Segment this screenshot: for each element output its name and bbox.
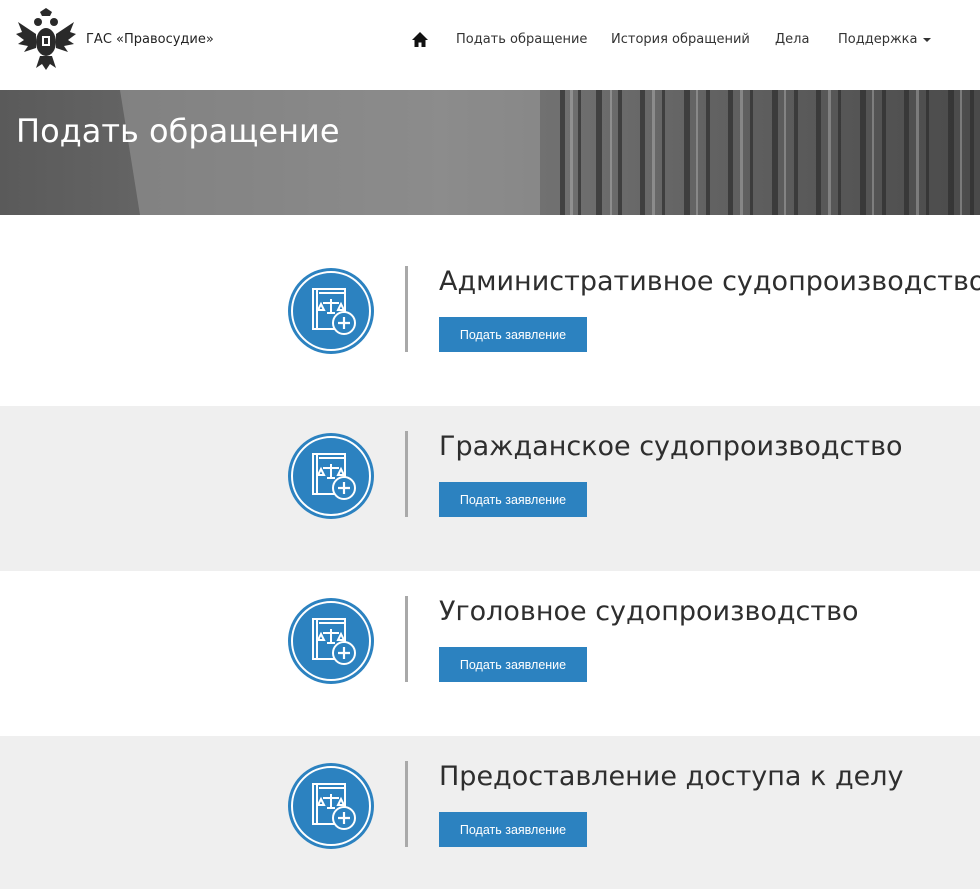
law-book-plus-icon	[287, 267, 375, 355]
submit-application-button[interactable]: Подать заявление	[439, 482, 587, 517]
section-administrative: Административное судопроизводство Подать…	[0, 215, 980, 380]
section-title: Гражданское судопроизводство	[439, 431, 903, 462]
section-civil: Гражданское судопроизводство Подать заяв…	[0, 406, 980, 571]
law-book-plus-icon	[287, 762, 375, 850]
nav-cases[interactable]: Дела	[775, 32, 809, 47]
section-case-access: Предоставление доступа к делу Подать зая…	[0, 736, 980, 889]
section-divider	[405, 596, 408, 682]
submit-application-button[interactable]: Подать заявление	[439, 647, 587, 682]
law-book-plus-icon	[287, 432, 375, 520]
site-header: ГАС «Правосудие» Подать обращение Истори…	[0, 0, 980, 90]
nav-appeal-history[interactable]: История обращений	[611, 32, 750, 47]
nav-support-label: Поддержка	[838, 32, 918, 47]
submit-application-button[interactable]: Подать заявление	[439, 812, 587, 847]
main-nav: Подать обращение История обращений Дела …	[0, 30, 980, 52]
chevron-down-icon	[922, 37, 931, 42]
submit-application-button[interactable]: Подать заявление	[439, 317, 587, 352]
section-divider	[405, 431, 408, 517]
section-title: Уголовное судопроизводство	[439, 596, 859, 627]
nav-submit-appeal[interactable]: Подать обращение	[456, 32, 587, 47]
section-title: Предоставление доступа к делу	[439, 761, 904, 792]
law-book-plus-icon	[287, 597, 375, 685]
section-divider	[405, 761, 408, 847]
section-title: Административное судопроизводство	[439, 266, 980, 297]
page-hero-banner: Подать обращение	[0, 90, 980, 215]
section-divider	[405, 266, 408, 352]
nav-support-dropdown[interactable]: Поддержка	[838, 32, 931, 47]
home-icon[interactable]	[410, 30, 430, 50]
page-title: Подать обращение	[16, 112, 340, 150]
hero-background-image	[0, 90, 980, 215]
section-criminal: Уголовное судопроизводство Подать заявле…	[0, 571, 980, 736]
